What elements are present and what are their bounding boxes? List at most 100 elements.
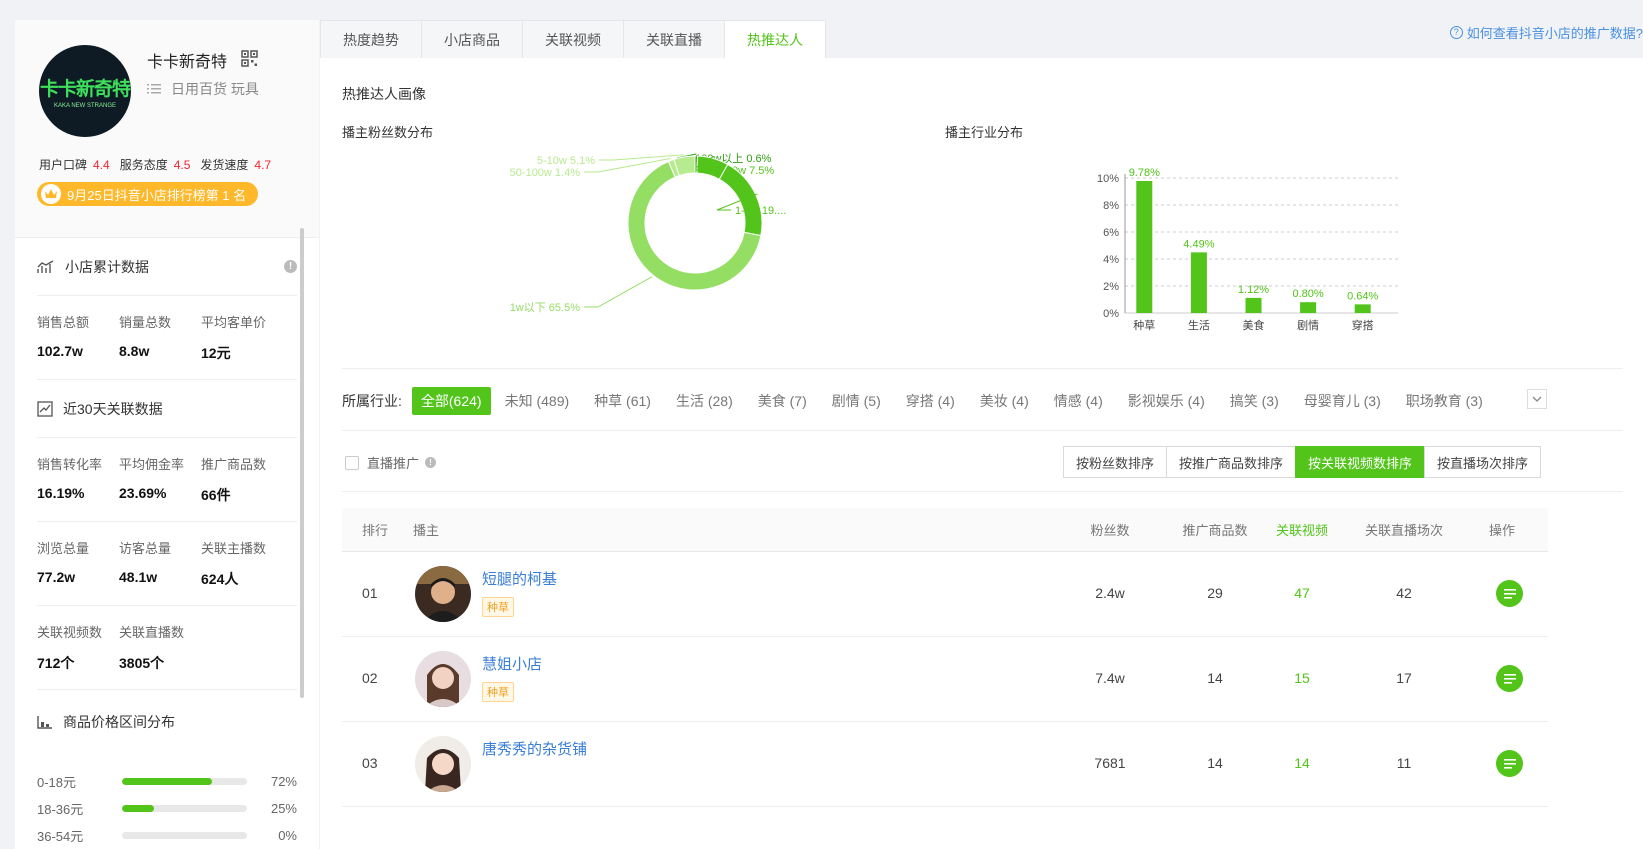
- live-promo-label: 直播推广: [367, 456, 420, 471]
- sort-by-fans-button[interactable]: 按粉丝数排序: [1063, 446, 1168, 478]
- sort-by-goods-button[interactable]: 按推广商品数排序: [1166, 446, 1297, 478]
- stat-item: 关联直播数 3805个: [119, 622, 201, 673]
- industry-filter-item[interactable]: 剧情 (5): [832, 391, 881, 411]
- industry-filter-item[interactable]: 种草 (61): [594, 391, 651, 411]
- line-chart-icon: [37, 400, 53, 417]
- stat-label: 销量总数: [119, 315, 172, 330]
- bar: [1300, 302, 1317, 313]
- category-list-icon: [147, 84, 161, 94]
- industry-filter-item[interactable]: 搞笑 (3): [1230, 391, 1279, 411]
- stat-item: 销售转化率 16.19%: [37, 454, 119, 505]
- row-rank: 01: [362, 585, 378, 601]
- live-promo-filter[interactable]: 直播推广 !: [345, 453, 437, 472]
- tab-shop-goods[interactable]: 小店商品: [421, 20, 523, 58]
- header-lives[interactable]: 关联直播场次: [1364, 520, 1444, 539]
- industry-tag: 种草: [482, 597, 514, 617]
- price-pct: 0%: [278, 828, 297, 843]
- bar-value-label: 9.78%: [1129, 167, 1160, 179]
- price-title: 商品价格区间分布: [63, 714, 175, 730]
- stat-value: 77.2w: [37, 569, 76, 585]
- x-tick-label: 穿搭: [1352, 318, 1374, 332]
- header-rank: 排行: [362, 523, 389, 538]
- fans-donut-chart: 100w以上 0.6%10-50w 7.5%1-5w 19....1w以下 65…: [510, 152, 787, 314]
- row-fans: 7681: [1094, 755, 1126, 771]
- stat-value: 624人: [201, 571, 239, 587]
- tab-related-lives[interactable]: 关联直播: [623, 20, 725, 58]
- stat-value: 16.19%: [37, 485, 85, 501]
- header-actions: 操作: [1488, 523, 1515, 538]
- industry-filter-item[interactable]: 母婴育儿 (3): [1304, 391, 1381, 411]
- header-videos[interactable]: 关联视频: [1267, 520, 1337, 539]
- live-promo-checkbox[interactable]: [345, 455, 359, 470]
- row-rank: 02: [362, 670, 378, 686]
- table-row[interactable]: 01 短腿的柯基 种草 2.4w 29 47 42: [342, 552, 1548, 637]
- rating-label: 服务态度: [119, 158, 168, 172]
- table-row[interactable]: 03 唐秀秀的杂货铺 7681 14 14 11: [342, 722, 1548, 807]
- stat-value: 12元: [201, 345, 231, 361]
- header-fans[interactable]: 粉丝数: [1080, 520, 1140, 539]
- price-pct: 72%: [270, 774, 297, 789]
- header-goods[interactable]: 推广商品数: [1180, 520, 1250, 539]
- info-icon[interactable]: !: [284, 260, 297, 273]
- x-tick-label: 生活: [1188, 318, 1210, 332]
- price-bar-fill: [122, 778, 213, 785]
- anchor-name-link[interactable]: 唐秀秀的杂货铺: [482, 738, 587, 759]
- tab-heat-trend[interactable]: 热度趋势: [320, 20, 422, 58]
- table-row[interactable]: 02 慧姐小店 种草 7.4w 14 15 17: [342, 637, 1548, 722]
- influencer-table: 排行 播主 粉丝数 推广商品数 关联视频 关联直播场次 操作 01 短腿的柯基 …: [342, 508, 1548, 807]
- bar: [1245, 297, 1262, 313]
- industry-filter-item[interactable]: 生活 (28): [676, 391, 733, 411]
- tab-related-videos[interactable]: 关联视频: [522, 20, 624, 58]
- shop-logo: 卡卡新奇特 KAKA NEW STRANGE: [39, 45, 131, 137]
- industry-filter-item[interactable]: 美妆 (4): [980, 391, 1029, 411]
- row-lives: 11: [1396, 755, 1412, 771]
- details-button[interactable]: [1496, 665, 1523, 692]
- stat-value: 712个: [37, 655, 75, 671]
- stat-label: 平均佣金率: [119, 457, 185, 472]
- info-icon[interactable]: !: [425, 457, 437, 468]
- details-button[interactable]: [1496, 580, 1523, 607]
- persona-title: 热推达人画像: [342, 86, 426, 102]
- help-link[interactable]: ? 如何查看抖音小店的推广数据?: [1449, 23, 1643, 42]
- industry-filter-item[interactable]: 影视娱乐 (4): [1128, 391, 1205, 411]
- rating-item: 发货速度 4.7: [200, 156, 271, 173]
- rank-badge[interactable]: 9月25日抖音小店排行榜第 1 名: [37, 182, 259, 206]
- details-icon: [1503, 758, 1516, 769]
- industry-filter-item[interactable]: 全部(624): [411, 387, 491, 415]
- sidebar-scrollbar[interactable]: [300, 228, 304, 698]
- anchor-name-link[interactable]: 短腿的柯基: [482, 568, 557, 589]
- donut-label: 1-5w 19....: [735, 205, 786, 217]
- industry-filter-item[interactable]: 情感 (4): [1054, 391, 1103, 411]
- price-pct: 25%: [270, 801, 297, 816]
- anchor-name-link[interactable]: 慧姐小店: [482, 653, 542, 674]
- avatar[interactable]: [415, 736, 471, 792]
- rating-item: 用户口碑 4.4: [39, 156, 110, 173]
- shop-sidebar: 卡卡新奇特 KAKA NEW STRANGE 卡卡新奇特 日用百货 玩具 用户口…: [15, 20, 319, 849]
- row-fans: 2.4w: [1095, 585, 1125, 601]
- qr-code-icon[interactable]: [241, 50, 258, 67]
- expand-industries-button[interactable]: [1527, 389, 1547, 409]
- chevron-down-icon: [1532, 396, 1542, 402]
- details-button[interactable]: [1496, 750, 1523, 777]
- row-videos: 15: [1294, 670, 1310, 686]
- avatar[interactable]: [415, 566, 471, 622]
- y-tick-label: 2%: [1103, 281, 1119, 293]
- shop-logo-subtext: KAKA NEW STRANGE: [53, 102, 116, 109]
- sort-by-videos-button[interactable]: 按关联视频数排序: [1295, 446, 1426, 478]
- row-rank: 03: [362, 755, 378, 771]
- bar-chart-icon: [37, 716, 52, 729]
- sort-by-lives-button[interactable]: 按直播场次排序: [1424, 446, 1542, 478]
- stat-item: 推广商品数 66件: [201, 454, 283, 505]
- industry-filter-item[interactable]: 未知 (489): [505, 391, 570, 411]
- industry-filter-item[interactable]: 职场教育 (3): [1406, 391, 1483, 411]
- tab-hot-influencers[interactable]: 热推达人: [724, 20, 826, 58]
- stat-item: 浏览总量 77.2w: [37, 538, 119, 589]
- x-tick-label: 美食: [1243, 318, 1265, 332]
- stat-value: 102.7w: [37, 343, 83, 359]
- y-tick-label: 4%: [1103, 254, 1119, 266]
- industry-filter-item[interactable]: 穿搭 (4): [906, 391, 955, 411]
- cumulative-title: 小店累计数据: [65, 258, 149, 275]
- last30-stats-row: 销售转化率 16.19% 平均佣金率 23.69% 推广商品数 66件: [37, 438, 297, 522]
- avatar[interactable]: [415, 651, 471, 707]
- industry-filter-item[interactable]: 美食 (7): [758, 391, 807, 411]
